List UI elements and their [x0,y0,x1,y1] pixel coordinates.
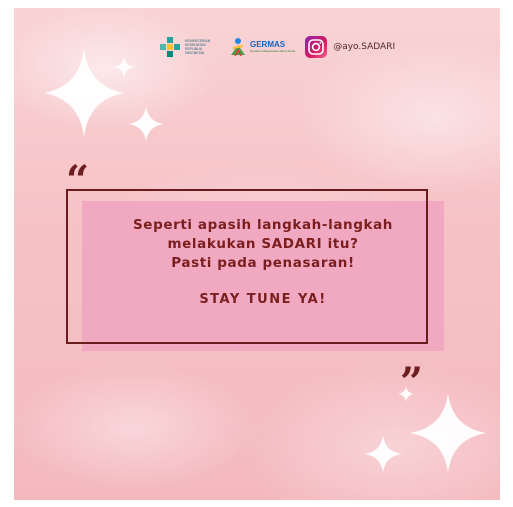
instagram-account[interactable]: @ayo.SADARI [305,36,395,58]
kemenkes-icon [160,37,180,57]
sparkle-icon [364,435,402,473]
germas-logo: GERMAS Gerakan Masyarakat Hidup Sehat [229,37,295,57]
poster: KEMENTERIAN KESEHATAN REPUBLIK INDONESIA… [14,8,500,500]
germas-tagline: Gerakan Masyarakat Hidup Sehat [250,49,296,53]
germas-wordmark: GERMAS [250,40,286,49]
sparkle-icon [44,48,124,138]
germas-icon [231,38,245,57]
quote-line-2: melakukan SADARI itu? [167,236,359,252]
kemenkes-line-4: INDONESIA [185,51,205,55]
kemenkes-logo: KEMENTERIAN KESEHATAN REPUBLIK INDONESIA [159,36,219,58]
quote-text: Seperti apasih langkah-langkah melakukan… [82,216,444,307]
sparkle-icon [113,56,135,78]
instagram-icon [305,36,328,58]
sparkle-icon [128,106,164,142]
quote-line-1: Seperti apasih langkah-langkah [132,217,394,233]
close-quote-mark: ” [400,359,424,406]
kemenkes-text: KEMENTERIAN KESEHATAN REPUBLIK INDONESIA [185,39,219,55]
instagram-handle[interactable]: @ayo.SADARI [333,42,395,52]
germas-text: GERMAS Gerakan Masyarakat Hidup Sehat [250,40,296,54]
quote-line-3: Pasti pada penasaran! [171,255,355,271]
header-logos: KEMENTERIAN KESEHATAN REPUBLIK INDONESIA… [159,36,395,58]
call-to-action: STAY TUNE YA! [199,292,327,307]
